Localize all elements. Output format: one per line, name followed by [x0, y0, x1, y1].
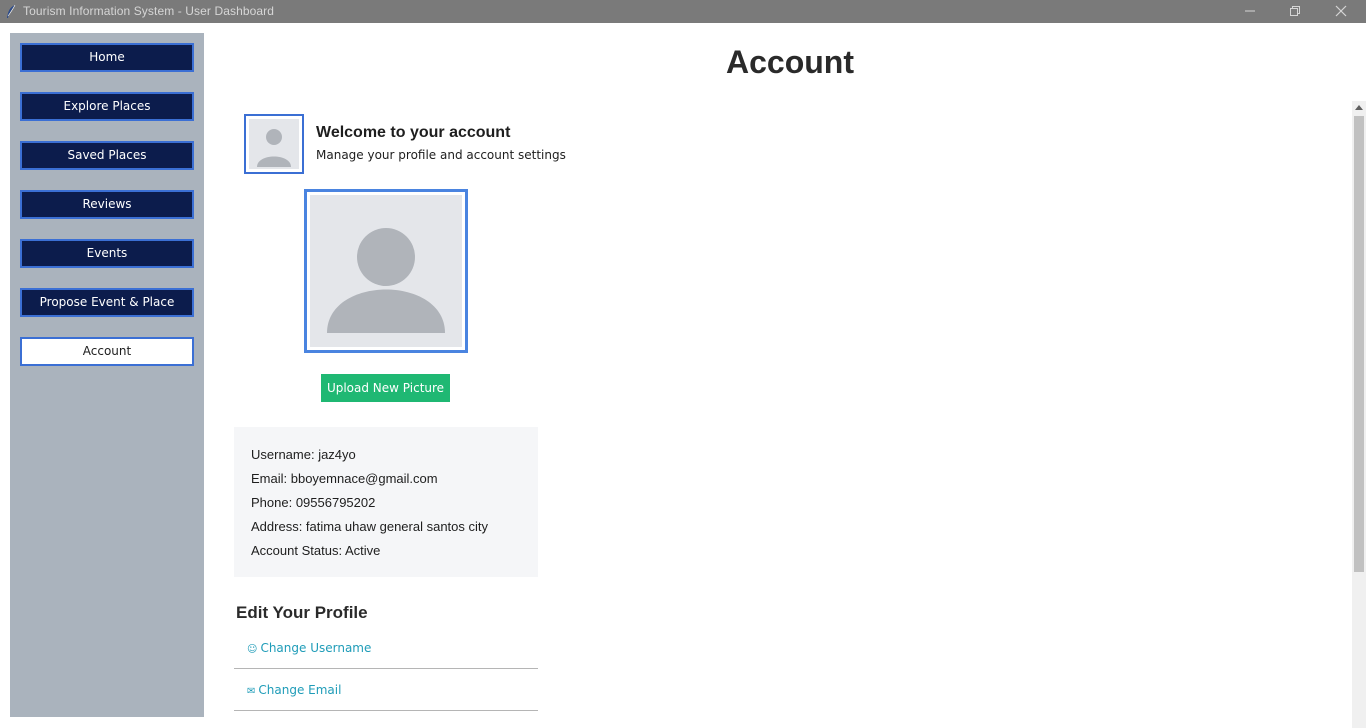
edit-profile-heading: Edit Your Profile	[236, 603, 368, 622]
close-icon	[1335, 5, 1347, 17]
change-email-link[interactable]: ✉ Change Email	[247, 683, 341, 697]
user-avatar-icon	[257, 129, 291, 167]
welcome-title: Welcome to your account	[316, 124, 511, 141]
change-username-label: Change Username	[260, 641, 372, 655]
username-value: Username: jaz4yo	[251, 447, 356, 462]
sidebar-item-explore-places[interactable]: Explore Places	[20, 92, 194, 121]
window-title-bar: Tourism Information System - User Dashbo…	[0, 0, 1366, 23]
page-title: Account	[726, 44, 854, 80]
upload-picture-button[interactable]: Upload New Picture	[321, 374, 450, 402]
scroll-up-arrow-icon[interactable]	[1355, 104, 1363, 110]
divider	[234, 710, 538, 711]
restore-icon	[1290, 6, 1300, 16]
scrollbar-thumb[interactable]	[1354, 116, 1364, 572]
restore-button[interactable]	[1272, 0, 1318, 23]
close-button[interactable]	[1318, 0, 1364, 23]
minimize-icon	[1245, 10, 1255, 12]
sidebar-item-home[interactable]: Home	[20, 43, 194, 72]
sidebar: Home Explore Places Saved Places Reviews…	[10, 33, 204, 717]
user-avatar-icon	[327, 228, 445, 333]
change-username-link[interactable]: ☺ Change Username	[247, 641, 371, 655]
email-value: Email: bboyemnace@gmail.com	[251, 471, 438, 486]
profile-picture	[304, 189, 468, 353]
sidebar-item-propose-event-place[interactable]: Propose Event & Place	[20, 288, 194, 317]
change-email-label: Change Email	[258, 683, 342, 697]
window-title: Tourism Information System - User Dashbo…	[23, 4, 275, 18]
phone-value: Phone: 09556795202	[251, 495, 376, 510]
sidebar-item-reviews[interactable]: Reviews	[20, 190, 194, 219]
sidebar-item-events[interactable]: Events	[20, 239, 194, 268]
address-value: Address: fatima uhaw general santos city	[251, 519, 489, 534]
sidebar-item-account[interactable]: Account	[20, 337, 194, 366]
divider	[234, 668, 538, 669]
sidebar-item-saved-places[interactable]: Saved Places	[20, 141, 194, 170]
account-status-value: Account Status: Active	[251, 543, 381, 558]
account-info-panel: Username: jaz4yo Email: bboyemnace@gmail…	[234, 427, 538, 577]
welcome-subtitle: Manage your profile and account settings	[316, 148, 566, 162]
feather-icon	[7, 4, 16, 18]
email-icon: ✉	[247, 686, 256, 697]
small-avatar	[244, 114, 304, 174]
user-icon: ☺	[247, 644, 258, 655]
minimize-button[interactable]	[1227, 0, 1273, 23]
